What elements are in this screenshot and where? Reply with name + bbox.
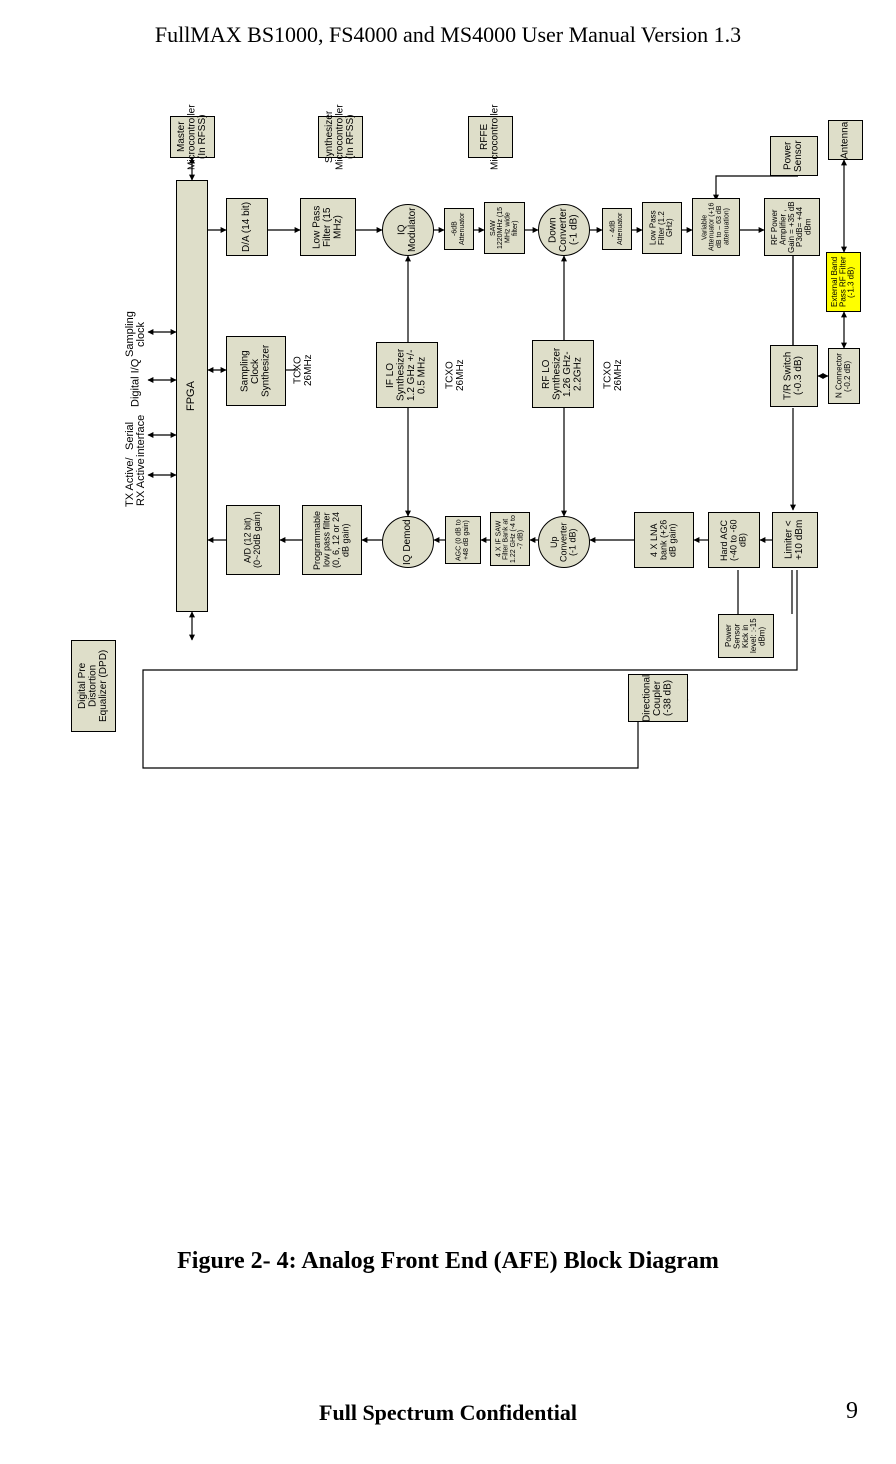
block-rf-lo-synth: RF LO Synthesizer 1.26 GHz- 2.2GHz bbox=[532, 340, 594, 408]
page-number: 9 bbox=[846, 1398, 858, 1425]
page-footer: Full Spectrum Confidential bbox=[0, 1400, 896, 1426]
label-tcxo-3: TCXO 26MHz bbox=[600, 350, 628, 400]
block-synth-microcontroller: Synthesizer Microcontroller (In RFSS) bbox=[318, 116, 363, 158]
figure-caption: Figure 2- 4: Analog Front End (AFE) Bloc… bbox=[0, 1248, 896, 1275]
block-limiter: Limiter < +10 dBm bbox=[772, 512, 818, 568]
block-iq-demod: IQ Demod bbox=[382, 516, 434, 568]
block-if-saw-bank: 4 X IF SAW Filter Bank at 1.22 GHz (-4 t… bbox=[490, 512, 530, 566]
label-txrx-active: TX Active/ RX Active bbox=[124, 455, 148, 510]
block-power-sensor: Power Sensor bbox=[770, 136, 818, 176]
block-directional-coupler: Directional Coupler (-38 dB) bbox=[628, 674, 688, 722]
block-atten-4db: - 4dB Attenuator bbox=[602, 208, 632, 250]
block-external-bpf: External Band Pass RF Filter (-1.3 dB) bbox=[826, 252, 861, 312]
block-da: D/A (14 bit) bbox=[226, 198, 268, 256]
block-lpf-1p2ghz: Low Pass Filter (1.2 GHz) bbox=[642, 202, 682, 254]
block-sampling-clock-synth: Sampling Clock Synthesizer bbox=[226, 336, 286, 406]
block-n-connector: N Connector (-0.2 dB) bbox=[828, 348, 860, 404]
block-antenna: Antenna bbox=[828, 120, 863, 160]
block-lna-bank: 4 X LNA bank (+26 dB gain) bbox=[634, 512, 694, 568]
afe-block-diagram: Sampling clock Digital I/Q Serial interf… bbox=[138, 80, 858, 1230]
block-rf-power-amplifier: RF Power Amplifier , Gain = +35 dB P3dB=… bbox=[764, 198, 820, 256]
label-digital-iq: Digital I/Q bbox=[124, 355, 148, 410]
block-if-lo-synth: IF LO Synthesizer 1.2 GHz +/- 0.5 MHz bbox=[376, 342, 438, 408]
block-saw-1220mhz: SAW 1220MHz (15 MHz wide filter) bbox=[484, 202, 525, 254]
block-agc: AGC (0 dB to +48 dB gain) bbox=[445, 516, 481, 564]
block-atten-6db: -6dB Attenuator bbox=[444, 208, 474, 250]
block-lpf-15mhz: Low Pass Filter (15 MHz) bbox=[300, 198, 356, 256]
block-fpga: FPGA bbox=[176, 180, 208, 612]
page-header: FullMAX BS1000, FS4000 and MS4000 User M… bbox=[0, 22, 896, 48]
block-variable-attenuator: Variable Attenuator (+16 dB to – 63 dB a… bbox=[692, 198, 740, 256]
block-up-converter: Up Converter (-1 dB) bbox=[538, 516, 590, 568]
block-tr-switch: T/R Switch (-0.3 dB) bbox=[770, 345, 818, 407]
block-power-sensor-rx: Power Sensor Kick in level: :-15 dBm) bbox=[718, 614, 774, 658]
block-rffe-microcontroller: RFFE Microcontroller bbox=[468, 116, 513, 158]
block-hard-agc: Hard AGC (-40 to -60 dB) bbox=[708, 512, 760, 568]
block-prog-lpf: Programmable low pass filter (0, 6, 12 o… bbox=[302, 505, 362, 575]
label-tcxo-2: TCXO 26MHz bbox=[442, 350, 470, 400]
block-dpd: Digital Pre Distortion Equalizer (DPD) bbox=[71, 640, 116, 732]
label-sampling-clock: Sampling clock bbox=[124, 308, 148, 360]
block-master-microcontroller: Master Microcontroller (In RFSS) bbox=[170, 116, 215, 158]
block-down-converter: Down Converter (-1 dB) bbox=[538, 204, 590, 256]
block-ad: A/D (12 bit) (0~20dB gain) bbox=[226, 505, 280, 575]
label-tcxo-1: TCXO 26MHz bbox=[290, 345, 318, 395]
block-iq-modulator: IQ Modulator bbox=[382, 204, 434, 256]
